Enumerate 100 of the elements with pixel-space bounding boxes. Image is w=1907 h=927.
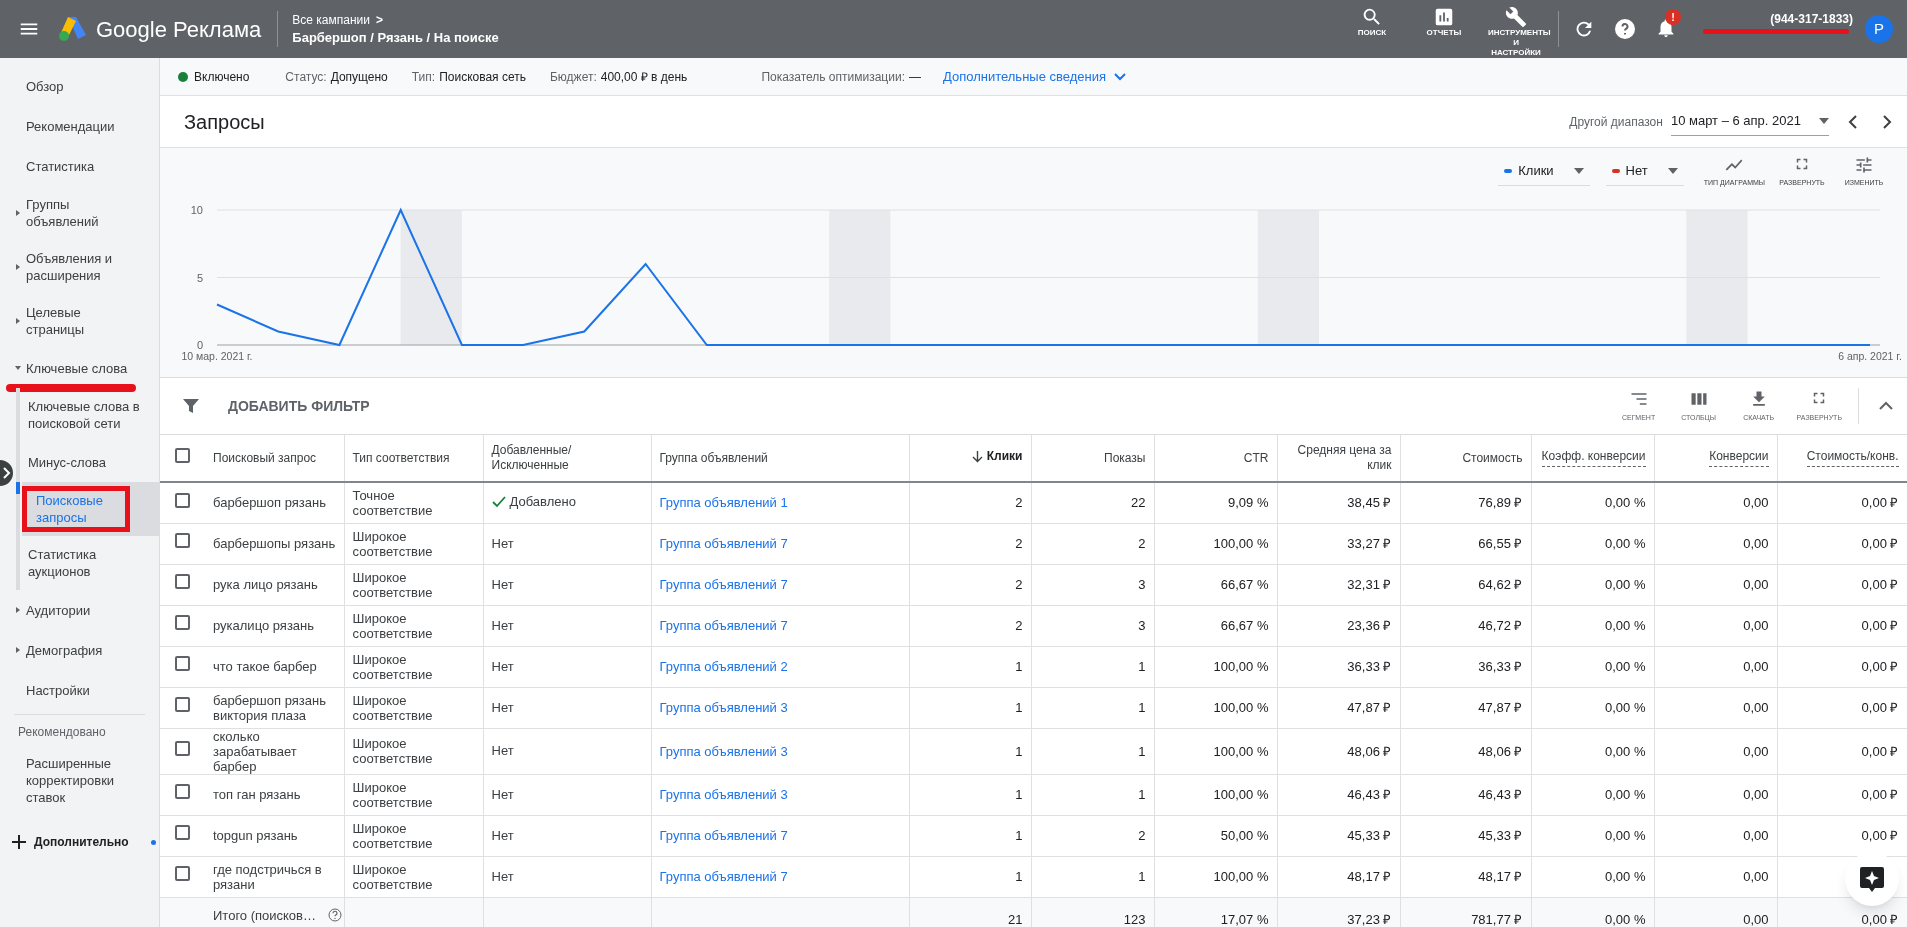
column-header[interactable]: Стоимость/конв. (1806, 449, 1899, 467)
sparkle-icon (1859, 865, 1885, 893)
column-header[interactable]: Добавленные/ Исключенные (491, 443, 643, 473)
column-header[interactable]: Группа объявлений (659, 450, 768, 466)
nav-item[interactable]: Целевые страницы (0, 294, 159, 348)
table-cell: 0,00 ₽ (1861, 787, 1899, 802)
nav-item[interactable]: Минус-слова (22, 442, 159, 482)
table-cell: 21 (1008, 911, 1023, 927)
nav-item[interactable]: Группы объявлений (0, 186, 159, 240)
status-text: Включено (194, 68, 250, 86)
ad-group-link[interactable]: Группа объявлений 7 (659, 577, 788, 592)
total-label: Итого (поисков… (213, 906, 316, 925)
campaign-name[interactable]: Барбершоп / Рязань / На поиске (292, 29, 499, 47)
nav-item[interactable]: Обзор (0, 66, 159, 106)
ad-group-link[interactable]: Группа объявлений 7 (659, 828, 788, 843)
table-cell: 100,00 % (1213, 700, 1269, 715)
caret-icon (1667, 168, 1678, 174)
table-cell: Широкое соответствие (352, 736, 433, 766)
checkbox[interactable] (175, 492, 190, 508)
table-cell: Широкое соответствие (352, 610, 433, 641)
collapse-icon[interactable] (1879, 401, 1893, 411)
nav-item[interactable]: Ключевые слова (0, 348, 159, 388)
table-cell: 76,89 ₽ (1478, 495, 1523, 511)
column-header[interactable]: Стоимость (1462, 450, 1523, 466)
filter-icon[interactable] (182, 397, 200, 415)
nav-item[interactable]: Объявления и расширения (0, 240, 159, 294)
help-icon[interactable] (328, 908, 342, 923)
column-header[interactable]: Конверсии (1709, 449, 1769, 467)
check-icon (491, 495, 506, 508)
account-avatar[interactable]: Р (1865, 15, 1893, 43)
ad-group-link[interactable]: Группа объявлений 1 (659, 495, 788, 511)
table-cell: 0,00 (1743, 618, 1769, 633)
table-cell: 0,00 ₽ (1861, 536, 1899, 551)
ad-group-link[interactable]: Группа объявлений 3 (659, 743, 788, 759)
product-name: Google Реклама (96, 15, 262, 44)
nav-item[interactable]: Ключевые слова в поисковой сети (22, 388, 159, 442)
checkbox[interactable] (175, 574, 190, 590)
table-cell: 2 (1015, 577, 1023, 592)
table-cell: 100,00 % (1213, 869, 1269, 884)
column-header[interactable]: Поисковый запрос (213, 450, 317, 466)
field-label: Бюджет: (550, 68, 597, 86)
column-header[interactable]: Показы (1104, 450, 1146, 466)
table-cell: 781,77 ₽ (1471, 911, 1523, 927)
nav-item[interactable]: Статистика (0, 146, 159, 186)
table-cell: 0,00 % (1605, 869, 1646, 884)
table-cell: что такое барбер (213, 659, 317, 674)
next-icon[interactable] (1881, 114, 1893, 129)
checkbox[interactable] (175, 740, 190, 756)
nav-item[interactable]: Статистика аукционов (22, 536, 159, 590)
nav-item[interactable]: Рекомендации (0, 106, 159, 146)
checkbox[interactable] (175, 656, 190, 672)
ad-group-link[interactable]: Группа объявлений 7 (659, 618, 788, 633)
table-cell: 33,27 ₽ (1347, 536, 1392, 551)
more-link[interactable]: Дополнительно (0, 824, 159, 860)
nav-item[interactable]: Расширенные корректировки ставок (0, 745, 159, 816)
previous-icon[interactable] (1847, 114, 1859, 129)
table-cell: Широкое соответствие (352, 861, 433, 892)
field-label: Показатель оптимизации: (761, 68, 905, 86)
column-header[interactable]: Средняя цена за клик (1285, 443, 1392, 473)
metric-dropdown[interactable]: Клики (1498, 157, 1590, 186)
ad-group-link[interactable]: Группа объявлений 7 (659, 869, 788, 884)
checkbox[interactable] (175, 533, 190, 549)
nav-item[interactable]: Настройки (0, 670, 159, 710)
axis-label: 0 (196, 339, 203, 351)
checkbox[interactable] (175, 615, 190, 631)
checkbox[interactable] (175, 784, 190, 800)
ad-group-link[interactable]: Группа объявлений 2 (659, 659, 788, 674)
field-value: 400,00 ₽ в день (600, 68, 688, 86)
column-header[interactable]: Тип соответствия (352, 450, 450, 466)
checkbox[interactable] (175, 866, 190, 882)
metric-dropdown[interactable]: Нет (1605, 157, 1684, 186)
table-cell: Широкое соответствие (352, 569, 433, 600)
checkbox[interactable] (175, 447, 190, 463)
ad-group-link[interactable]: Группа объявлений 3 (659, 787, 788, 802)
column-header[interactable]: Коэфф. конверсии (1541, 449, 1646, 467)
toolbar-button[interactable]: ИНСТРУМЕНТЫ И НАСТРОЙКИ (1480, 0, 1552, 58)
ad-group-link[interactable]: Группа объявлений 3 (659, 700, 788, 715)
checkbox[interactable] (175, 825, 190, 841)
add-filter-button[interactable]: ДОБАВИТЬ ФИЛЬТР (228, 395, 370, 417)
breadcrumb-link[interactable]: Все кампании (292, 11, 370, 29)
table-cell: 1 (1015, 787, 1023, 802)
nav-item[interactable]: Аудитории (0, 590, 159, 630)
date-range-dropdown[interactable]: 10 март – 6 апр. 2021 (1670, 107, 1829, 136)
table-cell: 0,00 % (1605, 659, 1646, 674)
column-header[interactable]: Клики (971, 449, 1023, 465)
account-phone[interactable]: (944-317-1833) (1770, 10, 1853, 26)
help-icon[interactable] (1613, 17, 1637, 41)
axis-label: 6 апр. 2021 г. (1838, 350, 1902, 362)
toolbar-button[interactable]: ПОИСК (1336, 0, 1408, 58)
chevron-down-icon (1114, 72, 1126, 81)
table-cell: 22 (1131, 495, 1146, 511)
ad-group-link[interactable]: Группа объявлений 7 (659, 536, 788, 551)
details-link[interactable]: Дополнительные сведения (943, 66, 1126, 87)
checkbox[interactable] (175, 697, 190, 713)
toolbar-button[interactable]: ОТЧЕТЫ (1408, 0, 1480, 58)
column-header[interactable]: CTR (1243, 450, 1269, 466)
table-cell: 1 (1138, 700, 1146, 715)
table-cell: 0,00 % (1605, 787, 1646, 802)
nav-item[interactable]: Демография (0, 630, 159, 670)
table-cell: барбершопы рязань (213, 536, 336, 551)
